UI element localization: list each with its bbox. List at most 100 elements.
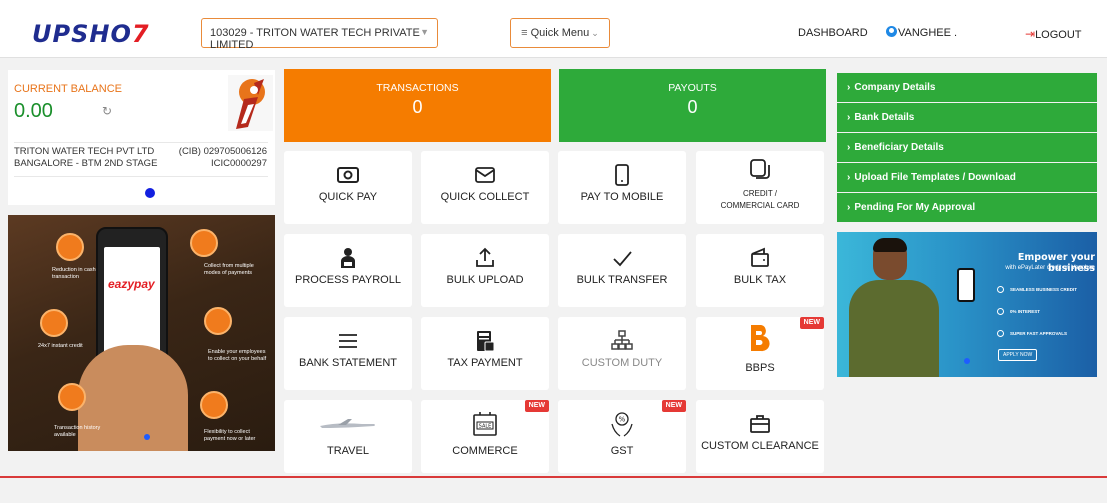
side-menu-pending-approval[interactable]: › Pending For My Approval — [837, 193, 1097, 222]
chevron-right-icon: › — [847, 112, 851, 123]
man-image — [849, 280, 939, 377]
custom-clearance-tile[interactable]: CUSTOM CLEARANCE — [696, 400, 824, 473]
chevron-down-icon: ⌄ — [591, 28, 599, 38]
caret-down-icon: ▼ — [420, 27, 429, 37]
tile-label: CUSTOM CLEARANCE — [701, 440, 819, 452]
pay-to-mobile-tile[interactable]: PAY TO MOBILE — [558, 151, 686, 224]
promo-feature: SUPER FAST APPROVALS — [997, 330, 1067, 337]
chevron-right-icon: › — [847, 172, 851, 183]
airplane-icon — [284, 416, 412, 437]
commerce-tile[interactable]: NEW SALE COMMERCE — [421, 400, 549, 473]
svg-text:%: % — [619, 416, 626, 424]
org-chart-icon — [558, 329, 686, 358]
custom-duty-tile[interactable]: CUSTOM DUTY — [558, 317, 686, 390]
account-select[interactable]: 103029 - TRITON WATER TECH PRIVATE LIMIT… — [201, 18, 438, 51]
bank-statement-tile[interactable]: BANK STATEMENT — [284, 317, 412, 390]
envelope-icon — [421, 163, 549, 192]
promo-caption: Enable your employees to collect on your… — [208, 349, 267, 362]
payouts-card[interactable]: PAYOUTS 0 — [559, 69, 826, 142]
promo-caption: Flexibility to collect payment now or la… — [204, 429, 256, 442]
tax-document-icon — [421, 329, 549, 358]
svg-text:SALE: SALE — [479, 424, 492, 430]
quick-menu-button[interactable]: ≡ Quick Menu ⌄ — [510, 18, 610, 48]
carousel-dot[interactable] — [145, 188, 155, 198]
tile-label: PAY TO MOBILE — [580, 191, 664, 203]
transactions-label: TRANSACTIONS — [376, 82, 459, 94]
credit-card-tile[interactable]: CREDIT / COMMERCIAL CARD — [696, 151, 824, 224]
payouts-value: 0 — [687, 97, 698, 117]
cards-icon — [696, 157, 824, 186]
bbps-logo-icon — [696, 323, 824, 358]
quick-pay-tile[interactable]: QUICK PAY — [284, 151, 412, 224]
promo-caption: Transaction history available — [54, 425, 101, 438]
quick-collect-tile[interactable]: QUICK COLLECT — [421, 151, 549, 224]
user-name: VANGHEE . — [898, 27, 958, 39]
travel-tile[interactable]: TRAVEL — [284, 400, 412, 473]
dashboard-link[interactable]: DASHBOARD — [798, 27, 868, 39]
upload-icon — [421, 246, 549, 275]
check-circle-icon — [997, 330, 1004, 337]
apply-now-button[interactable]: APPLY NOW — [998, 349, 1038, 361]
eazypay-promo-banner[interactable]: eazypay Reduction in cash transaction Co… — [8, 215, 275, 451]
side-menu-company-details[interactable]: › Company Details — [837, 73, 1097, 102]
promo-feature: SEAMLESS BUSINESS CREDIT — [997, 286, 1077, 293]
mobile-icon — [558, 163, 686, 192]
side-menu-upload-templates[interactable]: › Upload File Templates / Download — [837, 163, 1097, 192]
checkmark-icon — [558, 246, 686, 275]
divider — [14, 142, 268, 143]
side-menu-beneficiary-details[interactable]: › Beneficiary Details — [837, 133, 1097, 162]
side-menu-bank-details[interactable]: › Bank Details — [837, 103, 1097, 132]
person-money-icon — [284, 246, 412, 275]
account-ifsc: ICIC0000297 — [211, 158, 267, 169]
wallet-icon — [696, 246, 824, 275]
tile-label: TRAVEL — [327, 445, 369, 457]
person-icon — [997, 286, 1004, 293]
tile-label: BANK STATEMENT — [299, 357, 397, 369]
current-balance-label: CURRENT BALANCE — [14, 83, 122, 95]
tile-label: PROCESS PAYROLL — [295, 274, 401, 286]
account-branch: BANGALORE - BTM 2ND STAGE — [14, 158, 158, 169]
upshot-logo[interactable]: UPSHO7 — [32, 20, 150, 48]
epaylater-promo-banner[interactable]: Empower your business with ePayLater cre… — [837, 232, 1097, 377]
tax-payment-tile[interactable]: TAX PAYMENT — [421, 317, 549, 390]
bulk-upload-tile[interactable]: BULK UPLOAD — [421, 234, 549, 307]
account-name: TRITON WATER TECH PVT LTD — [14, 146, 155, 157]
employees-icon — [204, 307, 232, 335]
calendar-icon — [200, 391, 228, 419]
chevron-right-icon: › — [847, 82, 851, 93]
tile-label: CREDIT / COMMERCIAL CARD — [720, 189, 800, 210]
bank-logo-icon — [228, 75, 273, 131]
percent-hands-icon: % — [558, 410, 686, 443]
tile-label: CUSTOM DUTY — [581, 357, 663, 369]
carousel-dot[interactable] — [144, 434, 150, 440]
history-icon — [58, 383, 86, 411]
logout-link[interactable]: ⇥LOGOUT — [1025, 27, 1082, 41]
side-menu: › Company Details › Bank Details › Benefici… — [837, 73, 1097, 223]
cash-icon — [56, 233, 84, 261]
bulk-transfer-tile[interactable]: BULK TRANSFER — [558, 234, 686, 307]
tile-label: BULK UPLOAD — [446, 274, 524, 286]
tile-label: COMMERCE — [452, 445, 518, 457]
phone-image — [957, 268, 975, 302]
tile-label: BBPS — [745, 362, 775, 374]
gst-tile[interactable]: NEW % GST — [558, 400, 686, 473]
payouts-label: PAYOUTS — [668, 82, 717, 94]
promo-caption: Reduction in cash transaction — [52, 267, 96, 280]
transactions-card[interactable]: TRANSACTIONS 0 — [284, 69, 551, 142]
list-icon — [284, 329, 412, 358]
user-menu[interactable]: VANGHEE . — [886, 26, 957, 39]
tile-label: BULK TRANSFER — [576, 274, 668, 286]
footer-divider — [0, 476, 1107, 478]
logout-label: LOGOUT — [1035, 29, 1082, 41]
carousel-dot[interactable] — [964, 358, 970, 364]
refresh-icon[interactable]: ↻ — [102, 104, 112, 118]
process-payroll-tile[interactable]: PROCESS PAYROLL — [284, 234, 412, 307]
tile-label: BULK TAX — [733, 274, 787, 286]
logout-icon: ⇥ — [1025, 27, 1036, 41]
tile-label: TAX PAYMENT — [447, 357, 523, 369]
briefcase-icon — [696, 412, 824, 441]
bbps-tile[interactable]: NEW BBPS — [696, 317, 824, 390]
promo-caption: 24x7 instant credit — [38, 343, 83, 349]
bulk-tax-tile[interactable]: BULK TAX — [696, 234, 824, 307]
clock-icon — [40, 309, 68, 337]
